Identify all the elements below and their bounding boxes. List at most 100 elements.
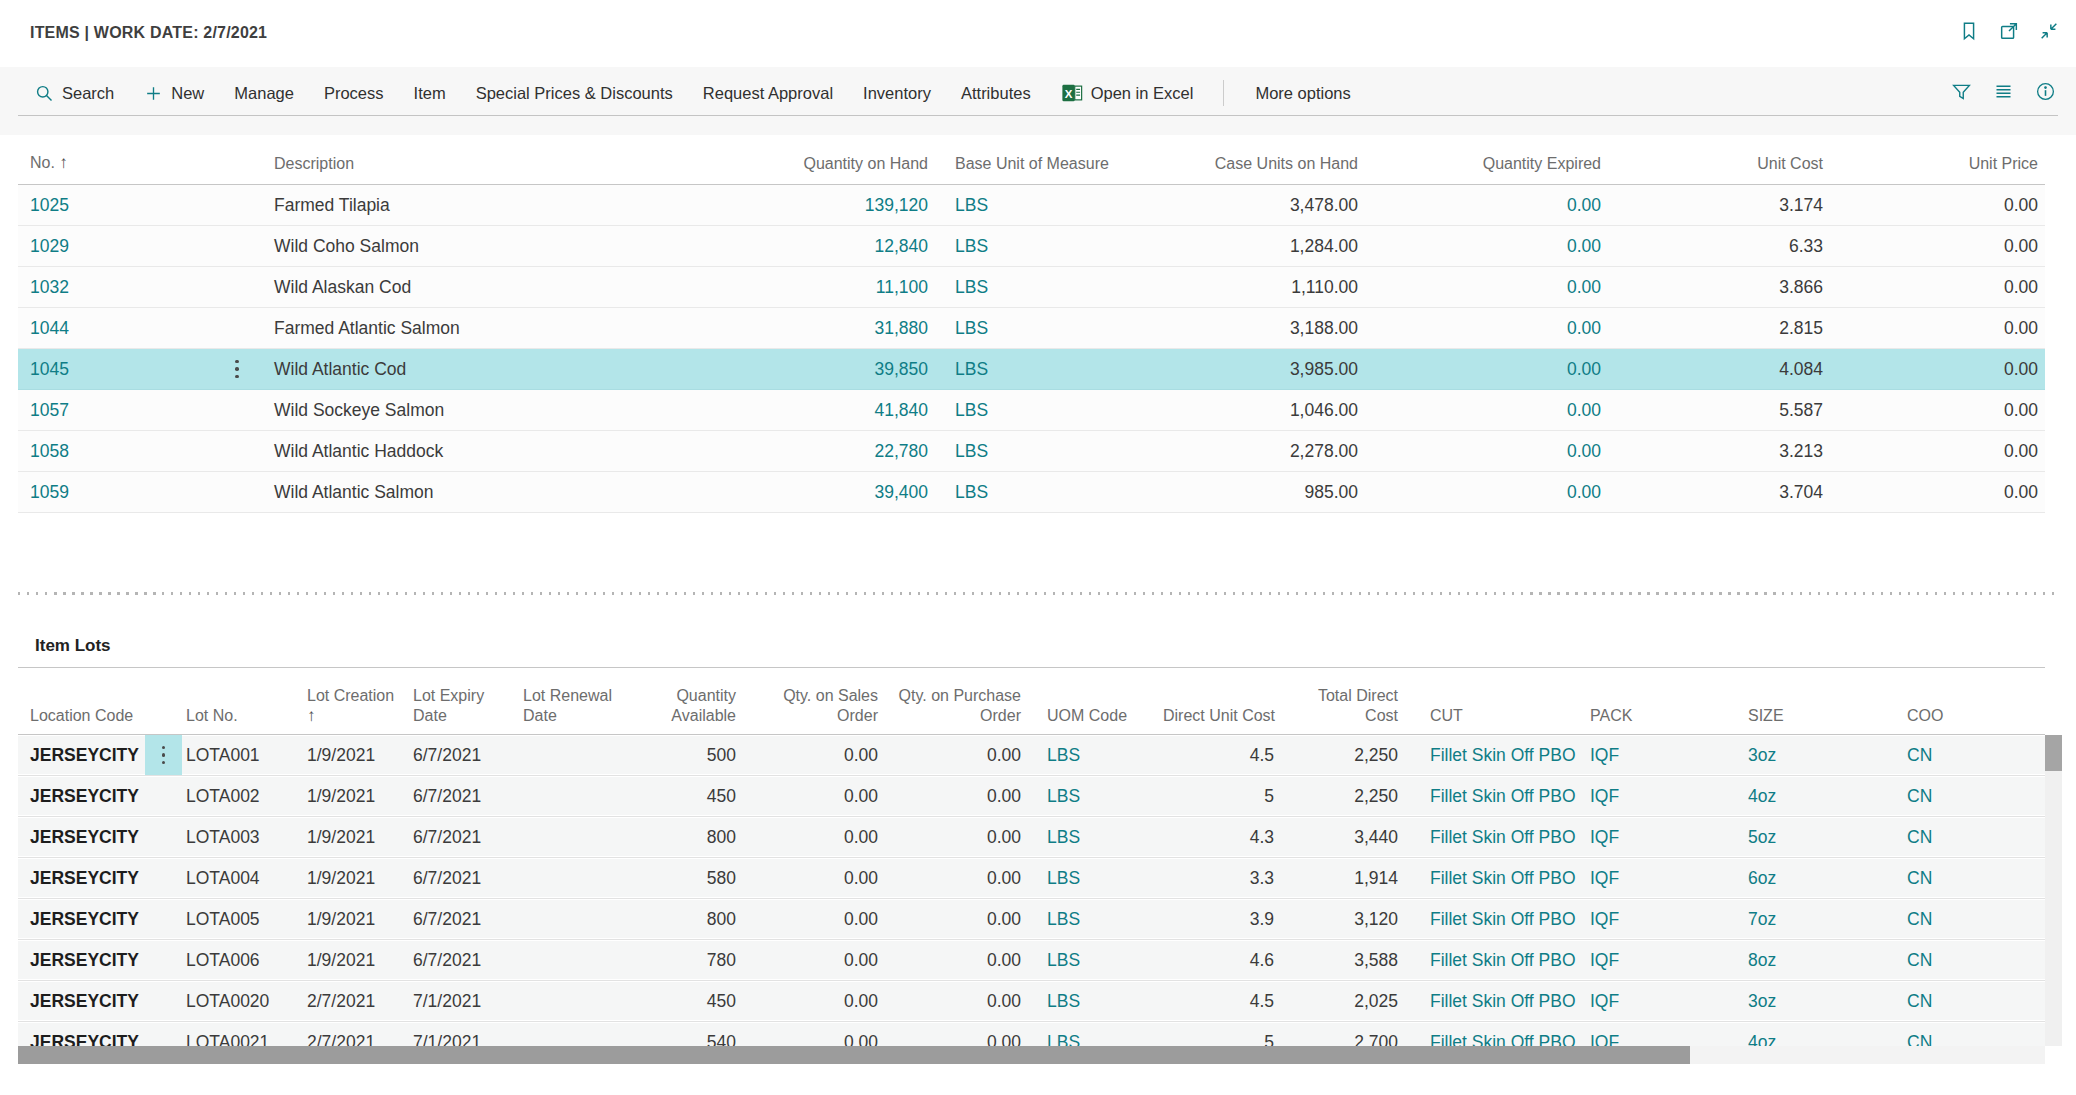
col-direct-unit-cost[interactable]: Direct Unit Cost [1163,706,1281,726]
col-pack[interactable]: PACK [1583,706,1741,726]
filter-icon[interactable] [1951,81,1972,106]
col-size[interactable]: SIZE [1741,706,1900,726]
item-lots-row[interactable]: JERSEYCITYLOTA0051/9/20216/7/20218000.00… [18,899,2045,940]
lot-pack[interactable]: IQF [1583,1032,1741,1047]
row-menu-icon[interactable] [226,360,248,379]
item-lots-row[interactable]: JERSEYCITYLOTA00212/7/20217/1/20215400.0… [18,1022,2045,1046]
item-qty-expired[interactable]: 0.00 [1365,359,1608,380]
item-no-link[interactable]: 1058 [18,441,226,462]
lot-coo[interactable]: CN [1900,909,2045,930]
lot-pack[interactable]: IQF [1583,868,1741,889]
row-menu-icon[interactable] [145,735,182,775]
col-base-uom[interactable]: Base Unit of Measure [935,155,1107,173]
lot-uom[interactable]: LBS [1028,827,1163,848]
item-base-uom[interactable]: LBS [935,441,1107,462]
lot-uom[interactable]: LBS [1028,1032,1163,1047]
items-table-row[interactable]: 1045Wild Atlantic Cod39,850LBS3,985.000.… [18,349,2045,390]
item-qty-on-hand[interactable]: 12,840 [680,236,935,257]
lot-uom[interactable]: LBS [1028,950,1163,971]
item-no-link[interactable]: 1057 [18,400,226,421]
col-case-units[interactable]: Case Units on Hand [1107,155,1365,173]
item-no-link[interactable]: 1045 [18,359,226,380]
lot-cut[interactable]: Fillet Skin Off PBO [1405,827,1583,848]
menu-item-attributes[interactable]: Attributes [961,84,1031,103]
item-no-link[interactable]: 1059 [18,482,226,503]
item-base-uom[interactable]: LBS [935,318,1107,339]
menu-item-manage[interactable]: Manage [234,84,294,103]
item-lots-row[interactable]: JERSEYCITYLOTA0041/9/20216/7/20215800.00… [18,858,2045,899]
col-cut[interactable]: CUT [1405,706,1583,726]
items-table-row[interactable]: 1044Farmed Atlantic Salmon31,880LBS3,188… [18,308,2045,349]
open-in-new-window-icon[interactable] [1998,20,2020,42]
col-lot-no[interactable]: Lot No. [182,706,303,726]
lot-size[interactable]: 4oz [1741,786,1900,807]
item-no-link[interactable]: 1032 [18,277,226,298]
more-options-button[interactable]: More options [1255,84,1350,103]
item-qty-on-hand[interactable]: 31,880 [680,318,935,339]
item-no-link[interactable]: 1029 [18,236,226,257]
menu-item-request-approval[interactable]: Request Approval [703,84,833,103]
menu-item-item[interactable]: Item [414,84,446,103]
collapse-icon[interactable] [2038,20,2060,42]
menu-item-inventory[interactable]: Inventory [863,84,931,103]
lot-uom[interactable]: LBS [1028,909,1163,930]
lot-coo[interactable]: CN [1900,786,2045,807]
col-uom-code[interactable]: UOM Code [1028,706,1163,726]
item-qty-on-hand[interactable]: 39,850 [680,359,935,380]
bookmark-icon[interactable] [1958,20,1980,42]
col-lot-expiry[interactable]: Lot ExpiryDate [409,686,519,726]
item-base-uom[interactable]: LBS [935,277,1107,298]
items-table-row[interactable]: 1032Wild Alaskan Cod11,100LBS1,110.000.0… [18,267,2045,308]
col-qty-sales[interactable]: Qty. on SalesOrder [743,686,885,726]
lot-pack[interactable]: IQF [1583,827,1741,848]
lot-cut[interactable]: Fillet Skin Off PBO [1405,909,1583,930]
item-qty-on-hand[interactable]: 11,100 [680,277,935,298]
search-button[interactable]: Search [34,83,114,103]
lot-coo[interactable]: CN [1900,1032,2045,1047]
item-no-link[interactable]: 1044 [18,318,226,339]
item-base-uom[interactable]: LBS [935,482,1107,503]
vertical-scrollbar[interactable] [2045,735,2062,1046]
item-qty-expired[interactable]: 0.00 [1365,318,1608,339]
item-base-uom[interactable]: LBS [935,400,1107,421]
item-qty-expired[interactable]: 0.00 [1365,441,1608,462]
item-base-uom[interactable]: LBS [935,195,1107,216]
lot-size[interactable]: 8oz [1741,950,1900,971]
lot-cut[interactable]: Fillet Skin Off PBO [1405,745,1583,766]
col-location-code[interactable]: Location Code [18,706,145,726]
item-lots-row[interactable]: JERSEYCITYLOTA0021/9/20216/7/20214500.00… [18,776,2045,817]
lot-uom[interactable]: LBS [1028,786,1163,807]
col-qty-on-hand[interactable]: Quantity on Hand [680,155,935,173]
lot-pack[interactable]: IQF [1583,991,1741,1012]
col-lot-renewal[interactable]: Lot RenewalDate [519,686,640,726]
items-table-row[interactable]: 1059Wild Atlantic Salmon39,400LBS985.000… [18,472,2045,513]
menu-item-special-prices-discounts[interactable]: Special Prices & Discounts [476,84,673,103]
lot-coo[interactable]: CN [1900,868,2045,889]
items-table-row[interactable]: 1058Wild Atlantic Haddock22,780LBS2,278.… [18,431,2045,472]
item-lots-row[interactable]: JERSEYCITYLOTA0011/9/20216/7/20215000.00… [18,735,2045,776]
item-qty-on-hand[interactable]: 22,780 [680,441,935,462]
lot-size[interactable]: 4oz [1741,1032,1900,1047]
lot-pack[interactable]: IQF [1583,950,1741,971]
items-table-row[interactable]: 1029Wild Coho Salmon12,840LBS1,284.000.0… [18,226,2045,267]
item-lots-row[interactable]: JERSEYCITYLOTA00202/7/20217/1/20214500.0… [18,981,2045,1022]
lot-pack[interactable]: IQF [1583,745,1741,766]
col-lot-creation[interactable]: Lot Creation↑ [303,686,409,726]
lot-uom[interactable]: LBS [1028,868,1163,889]
menu-item-process[interactable]: Process [324,84,384,103]
col-unit-price[interactable]: Unit Price [1830,155,2045,173]
item-qty-expired[interactable]: 0.00 [1365,236,1608,257]
item-qty-on-hand[interactable]: 139,120 [680,195,935,216]
col-qty-available[interactable]: QuantityAvailable [640,686,743,726]
lot-cut[interactable]: Fillet Skin Off PBO [1405,991,1583,1012]
vertical-scrollbar-thumb[interactable] [2045,735,2062,771]
lot-coo[interactable]: CN [1900,991,2045,1012]
item-qty-on-hand[interactable]: 41,840 [680,400,935,421]
lot-size[interactable]: 7oz [1741,909,1900,930]
info-icon[interactable] [2035,81,2056,106]
open-in-excel-button[interactable]: X Open in Excel [1061,82,1194,104]
lot-coo[interactable]: CN [1900,827,2045,848]
lot-coo[interactable]: CN [1900,950,2045,971]
col-coo[interactable]: COO [1900,706,2045,726]
lot-uom[interactable]: LBS [1028,745,1163,766]
